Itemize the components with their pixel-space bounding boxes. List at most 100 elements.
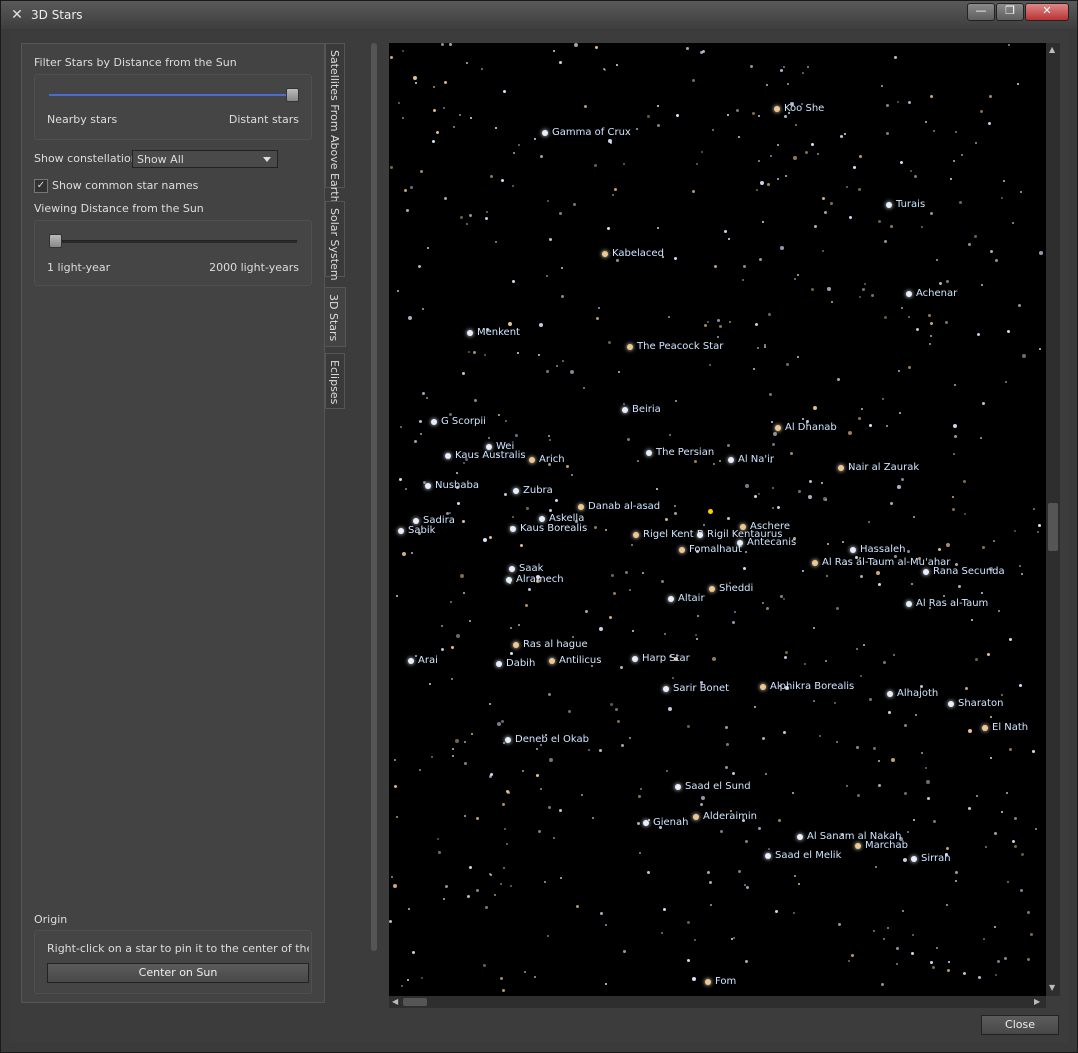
star-dot[interactable]	[470, 117, 472, 119]
star-dot[interactable]	[933, 820, 936, 823]
star-dot[interactable]	[436, 131, 439, 134]
star-dot[interactable]	[546, 275, 548, 277]
star-dot[interactable]	[686, 47, 689, 50]
star-dot[interactable]	[881, 85, 883, 87]
star-dot[interactable]	[1001, 694, 1003, 696]
star-dot[interactable]	[640, 788, 642, 790]
star-dot[interactable]	[901, 307, 903, 309]
star-dot[interactable]	[396, 595, 398, 597]
named-star-dot[interactable]	[431, 419, 437, 425]
star-dot[interactable]	[605, 924, 607, 926]
star-dot[interactable]	[692, 79, 695, 82]
star-dot[interactable]	[555, 499, 558, 502]
star-dot[interactable]	[911, 952, 914, 955]
star-dot[interactable]	[978, 976, 981, 979]
star-dot[interactable]	[939, 282, 942, 285]
star-label[interactable]: Antilicus	[559, 655, 601, 666]
named-star-dot[interactable]	[855, 843, 861, 849]
star-dot[interactable]	[990, 757, 992, 759]
star-dot[interactable]	[712, 657, 716, 661]
star-dot[interactable]	[707, 871, 710, 874]
star-dot[interactable]	[406, 209, 409, 212]
star-dot[interactable]	[767, 183, 770, 186]
star-dot[interactable]	[784, 656, 787, 659]
star-dot[interactable]	[1038, 524, 1041, 527]
star-dot[interactable]	[1037, 531, 1039, 533]
star-dot[interactable]	[830, 202, 833, 205]
star-dot[interactable]	[731, 938, 733, 940]
star-dot[interactable]	[398, 102, 400, 104]
star-dot[interactable]	[813, 406, 817, 410]
scroll-left-icon[interactable]: ◀	[392, 997, 398, 1006]
star-dot[interactable]	[547, 200, 549, 202]
star-label[interactable]: Fomalhaut	[689, 544, 742, 555]
star-dot[interactable]	[859, 155, 862, 158]
named-star-dot[interactable]	[728, 457, 734, 463]
star-label[interactable]: Alhajoth	[897, 688, 938, 699]
star-dot[interactable]	[441, 43, 444, 46]
star-label[interactable]: Zubra	[523, 485, 553, 496]
star-dot[interactable]	[694, 939, 696, 941]
star-dot[interactable]	[433, 86, 435, 88]
scroll-up-icon[interactable]: ▲	[1049, 45, 1055, 54]
star-dot[interactable]	[559, 809, 562, 812]
star-dot[interactable]	[669, 434, 671, 436]
star-dot[interactable]	[766, 84, 768, 86]
star-dot[interactable]	[1039, 348, 1041, 350]
star-dot[interactable]	[415, 655, 417, 657]
star-label[interactable]: Arich	[539, 454, 565, 465]
star-dot[interactable]	[594, 164, 597, 167]
star-dot[interactable]	[1035, 828, 1037, 830]
scroll-down-icon[interactable]: ▼	[1049, 983, 1055, 992]
star-dot[interactable]	[904, 792, 907, 795]
star-dot[interactable]	[946, 904, 948, 906]
star-dot[interactable]	[783, 66, 785, 68]
star-label[interactable]: Kabelaced	[612, 248, 664, 259]
star-dot[interactable]	[500, 883, 502, 885]
star-dot[interactable]	[783, 731, 786, 734]
named-star-dot[interactable]	[539, 516, 545, 522]
star-dot[interactable]	[443, 898, 445, 900]
star-dot[interactable]	[657, 227, 659, 229]
star-dot[interactable]	[983, 938, 985, 940]
star-dot[interactable]	[462, 372, 465, 375]
star-dot[interactable]	[856, 648, 858, 650]
star-dot[interactable]	[733, 937, 735, 939]
star-dot[interactable]	[773, 432, 777, 436]
star-dot[interactable]	[930, 212, 933, 215]
star-dot[interactable]	[945, 321, 948, 324]
star-dot[interactable]	[953, 424, 957, 428]
star-dot[interactable]	[980, 437, 982, 439]
star-dot[interactable]	[666, 770, 668, 772]
star-dot[interactable]	[793, 156, 797, 160]
star-dot[interactable]	[977, 333, 980, 336]
star-dot[interactable]	[445, 885, 448, 888]
star-label[interactable]: Ras al hague	[523, 639, 588, 650]
star-dot[interactable]	[1007, 881, 1009, 883]
star-dot[interactable]	[873, 747, 876, 750]
star-dot[interactable]	[526, 507, 529, 510]
star-label[interactable]: Danab al-asad	[588, 501, 660, 512]
named-star-dot[interactable]	[775, 425, 781, 431]
star-dot[interactable]	[611, 574, 614, 577]
star-dot[interactable]	[811, 288, 814, 291]
star-dot[interactable]	[745, 840, 748, 843]
common-names-checkbox[interactable]: ✓	[34, 179, 48, 193]
named-star-dot[interactable]	[425, 483, 431, 489]
named-star-dot[interactable]	[509, 566, 515, 572]
star-dot[interactable]	[559, 61, 562, 64]
star-dot[interactable]	[636, 128, 638, 130]
star-dot[interactable]	[768, 313, 771, 316]
star-label[interactable]: Dabih	[506, 658, 535, 669]
star-dot[interactable]	[848, 960, 850, 962]
star-dot[interactable]	[1020, 889, 1023, 892]
star-dot[interactable]	[968, 807, 971, 810]
star-dot[interactable]	[786, 363, 789, 366]
star-dot[interactable]	[908, 366, 911, 369]
star-dot[interactable]	[886, 425, 888, 427]
star-dot[interactable]	[1009, 638, 1012, 641]
star-label[interactable]: El Nath	[992, 722, 1028, 733]
star-dot[interactable]	[938, 548, 941, 551]
star-dot[interactable]	[780, 595, 783, 598]
star-dot[interactable]	[947, 969, 950, 972]
